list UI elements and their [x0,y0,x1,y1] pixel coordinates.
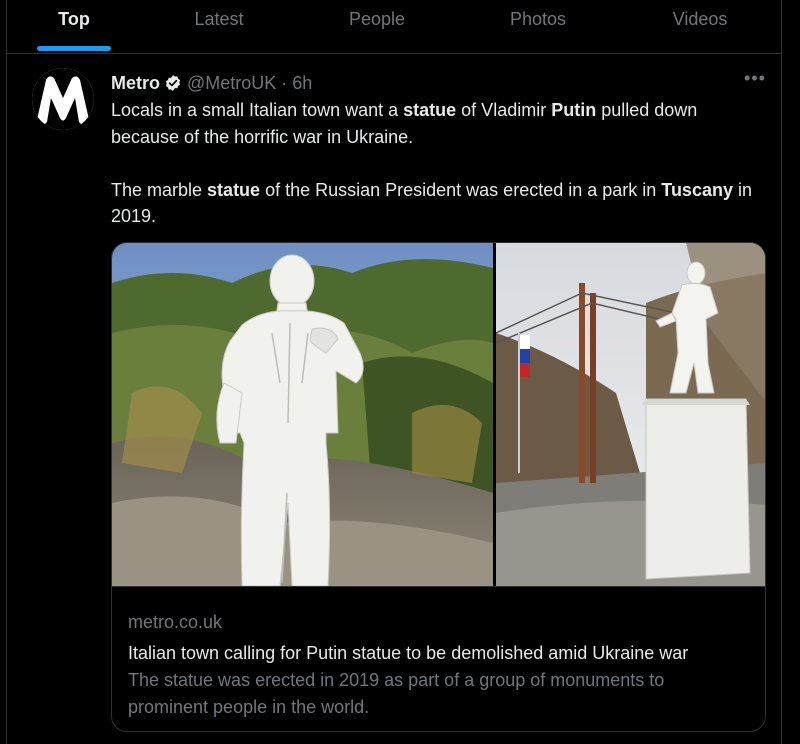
tab-label: Photos [509,9,567,29]
timeline-column: Top Latest People Photos Videos Metro @M… [6,0,782,744]
card-title: Italian town calling for Putin statue to… [128,643,689,663]
author-handle[interactable]: @MetroUK [187,73,276,94]
text-run: Locals in a small Italian town want a [111,100,404,120]
tab-people[interactable]: People [297,0,457,53]
highlight-statue: statue [207,179,261,200]
card-images [112,243,765,586]
statue-park-image [496,243,765,586]
tab-latest[interactable]: Latest [141,0,297,53]
more-options-icon[interactable]: ••• [743,69,767,92]
tab-videos[interactable]: Videos [619,0,781,53]
metro-logo-icon [32,68,94,130]
text-run: of the Russian President was erected in … [260,179,662,200]
tab-photos[interactable]: Photos [457,0,619,53]
card-description: The statue was erected in 2019 as part o… [128,670,665,717]
tab-label: Latest [194,9,244,29]
card-info[interactable]: metro.co.uk Italian town calling for Put… [112,586,765,731]
tab-label: Top [58,9,90,29]
active-tab-indicator [37,46,111,51]
tweet-timestamp[interactable]: 6h [292,73,312,94]
tab-label: Videos [672,9,728,29]
tweet-text: Locals in a small Italian town want a st… [111,97,766,230]
text-run: The marble [111,179,208,200]
statue-photo-park[interactable] [496,243,765,586]
tweet-paragraph-2: The marble statue of the Russian Preside… [111,177,766,230]
tab-top[interactable]: Top [7,0,141,53]
statue-front-image [112,243,493,586]
tweet-header: Metro @MetroUK · 6h [111,70,312,96]
link-card[interactable]: metro.co.uk Italian town calling for Put… [111,242,766,732]
author-name[interactable]: Metro [111,73,160,94]
highlight-putin: Putin [551,100,597,120]
highlight-statue: statue [403,100,457,120]
search-tabs: Top Latest People Photos Videos [7,0,781,54]
verified-badge-icon [165,75,181,91]
author-avatar[interactable] [32,68,94,130]
statue-photo-front[interactable] [112,243,493,586]
tweet-paragraph-1: Locals in a small Italian town want a st… [111,97,766,150]
tab-label: People [348,9,406,29]
separator-dot: · [281,72,288,93]
card-domain: metro.co.uk [128,612,223,632]
text-run: of Vladimir [456,100,552,120]
highlight-tuscany: Tuscany [661,179,733,200]
